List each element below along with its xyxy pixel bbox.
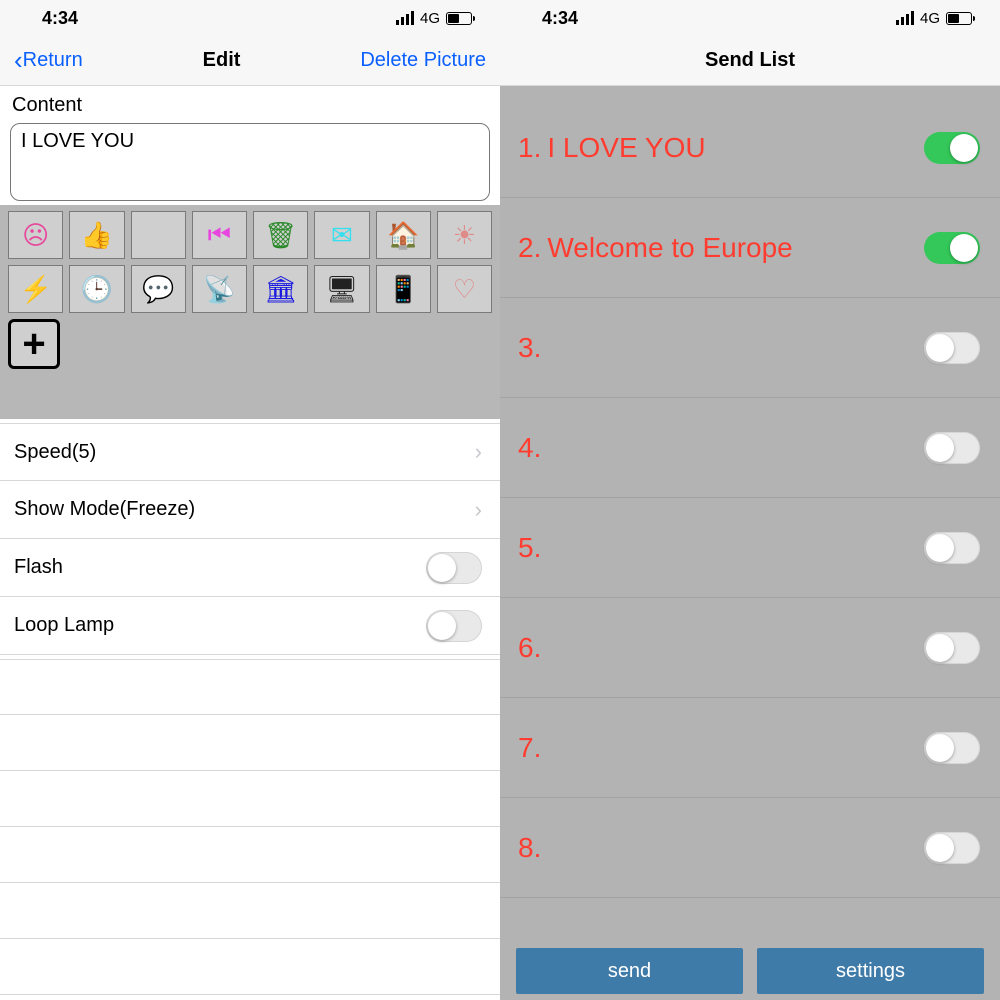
flash-row: Flash — [0, 539, 500, 597]
send-list-row[interactable]: 2.Welcome to Europe — [500, 198, 1000, 298]
send-list-row[interactable]: 1.I LOVE YOU — [500, 98, 1000, 198]
flash-toggle[interactable] — [426, 552, 482, 584]
send-list: 1.I LOVE YOU2.Welcome to Europe3.4.5.6.7… — [500, 86, 1000, 898]
content-label: Content — [0, 86, 500, 123]
list-number: 7. — [518, 732, 541, 764]
status-right: 4G — [396, 10, 472, 27]
page-title: Send List — [705, 49, 795, 72]
settings-list: Speed(5) › Show Mode(Freeze) › Flash Loo… — [0, 423, 500, 655]
back-label: Return — [23, 49, 83, 72]
list-toggle[interactable] — [924, 332, 980, 364]
content-input[interactable]: I LOVE YOU — [10, 123, 490, 201]
speed-label: Speed(5) — [14, 441, 96, 464]
bolt-icon[interactable]: ⚡ — [8, 265, 63, 313]
edit-screen: 4:34 4G ‹ Return Edit Delete Picture Con… — [0, 0, 500, 1000]
status-bar: 4:34 4G — [0, 0, 500, 36]
battery-icon — [946, 12, 972, 25]
list-number: 4. — [518, 432, 541, 464]
list-number: 3. — [518, 332, 541, 364]
list-toggle[interactable] — [924, 432, 980, 464]
antenna-icon[interactable]: 📡 — [192, 265, 247, 313]
heart-icon[interactable]: ♡ — [437, 265, 492, 313]
status-time: 4:34 — [542, 8, 578, 29]
network-label: 4G — [420, 10, 440, 27]
flash-label: Flash — [14, 556, 63, 579]
building-icon[interactable]: 🏛 — [253, 265, 308, 313]
status-bar: 4:34 4G — [500, 0, 1000, 36]
face-icon[interactable]: ☹ — [8, 211, 63, 259]
send-list-row[interactable]: 6. — [500, 598, 1000, 698]
chevron-right-icon: › — [475, 439, 482, 465]
empty-row — [0, 939, 500, 995]
bottom-bar: send settings — [500, 948, 1000, 1000]
send-list-row[interactable]: 8. — [500, 798, 1000, 898]
empty-row — [0, 715, 500, 771]
send-list-row[interactable]: 5. — [500, 498, 1000, 598]
apple-icon[interactable] — [131, 211, 186, 259]
list-number: 8. — [518, 832, 541, 864]
send-button[interactable]: send — [516, 948, 743, 994]
status-time: 4:34 — [42, 8, 78, 29]
list-number: 5. — [518, 532, 541, 564]
send-list-row[interactable]: 3. — [500, 298, 1000, 398]
show-mode-label: Show Mode(Freeze) — [14, 498, 195, 521]
empty-rows — [0, 659, 500, 995]
sun-icon[interactable]: ☀ — [437, 211, 492, 259]
show-mode-row[interactable]: Show Mode(Freeze) › — [0, 481, 500, 539]
monitor-icon[interactable]: 🖥 — [314, 265, 369, 313]
nav-header: ‹ Return Edit Delete Picture — [0, 36, 500, 86]
send-list-row[interactable]: 4. — [500, 398, 1000, 498]
signal-icon — [896, 11, 914, 25]
prev-icon[interactable]: ⏮ — [192, 211, 247, 259]
home-icon[interactable]: 🏠 — [376, 211, 431, 259]
thumb-icon[interactable]: 👍 — [69, 211, 124, 259]
list-number: 6. — [518, 632, 541, 664]
status-right: 4G — [896, 10, 972, 27]
speed-row[interactable]: Speed(5) › — [0, 423, 500, 481]
nav-header: Send List — [500, 36, 1000, 86]
list-toggle[interactable] — [924, 732, 980, 764]
empty-row — [0, 659, 500, 715]
loop-row: Loop Lamp — [0, 597, 500, 655]
list-toggle[interactable] — [924, 832, 980, 864]
list-toggle[interactable] — [924, 132, 980, 164]
list-toggle[interactable] — [924, 532, 980, 564]
empty-row — [0, 771, 500, 827]
message-icon[interactable]: 💬 — [131, 265, 186, 313]
add-icon-button[interactable]: + — [8, 319, 60, 369]
settings-button[interactable]: settings — [757, 948, 984, 994]
loop-label: Loop Lamp — [14, 614, 114, 637]
ipod-icon[interactable]: 📱 — [376, 265, 431, 313]
list-text: I LOVE YOU — [547, 132, 705, 164]
loop-toggle[interactable] — [426, 610, 482, 642]
list-toggle[interactable] — [924, 232, 980, 264]
empty-row — [0, 827, 500, 883]
page-title: Edit — [203, 49, 241, 72]
clock-icon[interactable]: 🕒 — [69, 265, 124, 313]
icon-panel: ☹👍 ⏮🗑✉🏠☀ ⚡🕒💬📡🏛🖥📱♡ + — [0, 205, 500, 419]
send-list-row[interactable]: 7. — [500, 698, 1000, 798]
list-number: 2. — [518, 232, 541, 264]
delete-picture-button[interactable]: Delete Picture — [360, 49, 486, 72]
network-label: 4G — [920, 10, 940, 27]
trash-icon[interactable]: 🗑 — [253, 211, 308, 259]
chevron-left-icon: ‹ — [14, 45, 23, 76]
empty-row — [0, 883, 500, 939]
list-text: Welcome to Europe — [547, 232, 792, 264]
list-toggle[interactable] — [924, 632, 980, 664]
mail-icon[interactable]: ✉ — [314, 211, 369, 259]
back-button[interactable]: ‹ Return — [14, 45, 83, 76]
battery-icon — [446, 12, 472, 25]
list-number: 1. — [518, 132, 541, 164]
send-list-screen: 4:34 4G Send List 1.I LOVE YOU2.Welcome … — [500, 0, 1000, 1000]
signal-icon — [396, 11, 414, 25]
chevron-right-icon: › — [475, 497, 482, 523]
